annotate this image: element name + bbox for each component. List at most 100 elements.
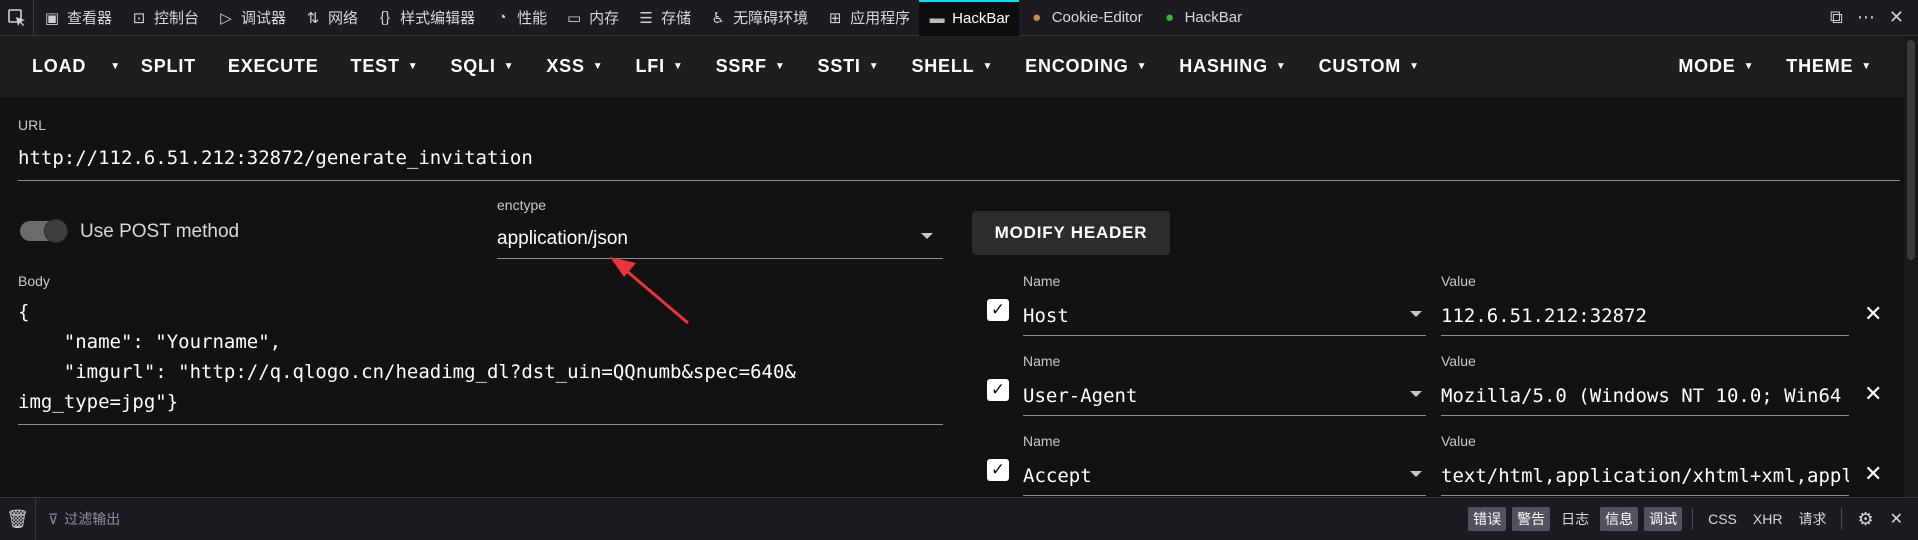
ssrf-menu[interactable]: SSRF ▼ bbox=[700, 36, 802, 97]
sqli-menu[interactable]: SQLI ▼ bbox=[434, 36, 530, 97]
console-settings-icon[interactable]: ⚙ bbox=[1852, 507, 1878, 532]
tab-cookie-editor[interactable]: ● Cookie-Editor bbox=[1019, 0, 1152, 36]
performance-icon: ◔ bbox=[497, 9, 507, 26]
caret-down-icon: ▼ bbox=[592, 61, 604, 72]
load-dropdown-button[interactable]: ▼ bbox=[106, 36, 125, 97]
close-icon[interactable]: ✕ bbox=[1889, 7, 1904, 28]
mode-menu[interactable]: MODE ▼ bbox=[1662, 36, 1770, 97]
vertical-scrollbar[interactable] bbox=[1904, 36, 1918, 497]
tab-label: 控制台 bbox=[154, 10, 200, 27]
sqli-label: SQLI bbox=[450, 56, 496, 76]
filter-xhr[interactable]: XHR bbox=[1748, 509, 1788, 529]
caret-down-icon: ▼ bbox=[110, 61, 121, 72]
filter-icon: ⊽ bbox=[48, 510, 59, 527]
level-logs[interactable]: 日志 bbox=[1556, 507, 1594, 531]
console-icon: ⊡ bbox=[132, 9, 146, 27]
tab-performance[interactable]: ◔ 性能 bbox=[484, 0, 556, 36]
caret-down-icon: ▼ bbox=[868, 61, 880, 72]
tab-label: 无障碍环境 bbox=[733, 10, 809, 27]
storage-icon: ☰ bbox=[639, 9, 653, 27]
tab-label: 查看器 bbox=[67, 10, 113, 27]
tab-label: 应用程序 bbox=[850, 10, 911, 27]
style-editor-icon: {} bbox=[380, 9, 391, 26]
devtools-toolbar: ▣ 查看器 ⊡ 控制台 ▷ 调试器 ⇅ 网络 {} 样式编辑器 ◔ 性能 ▭ 内存 ☰ 存储 ♿… bbox=[0, 0, 1918, 36]
lfi-label: LFI bbox=[635, 56, 665, 76]
caret-down-icon: ▼ bbox=[982, 61, 994, 72]
tab-inspector[interactable]: ▣ 查看器 bbox=[34, 0, 121, 36]
tab-style-editor[interactable]: {} 样式编辑器 bbox=[367, 0, 484, 36]
theme-menu[interactable]: THEME ▼ bbox=[1770, 36, 1904, 97]
level-debug[interactable]: 调试 bbox=[1644, 507, 1683, 531]
dock-icon[interactable]: ⧉ bbox=[1830, 7, 1843, 28]
close-split-console-icon[interactable]: ✕ bbox=[1885, 507, 1908, 531]
tab-label: HackBar bbox=[1184, 9, 1243, 26]
shell-menu[interactable]: SHELL ▼ bbox=[895, 36, 1009, 97]
hackbar-icon: ▬ bbox=[929, 10, 945, 27]
load-button[interactable]: LOAD bbox=[0, 36, 106, 97]
caret-down-icon: ▼ bbox=[1861, 61, 1872, 72]
tab-accessibility[interactable]: ♿ 无障碍环境 bbox=[700, 0, 817, 36]
tab-label: 网络 bbox=[328, 10, 359, 27]
tab-memory[interactable]: ▭ 内存 bbox=[556, 0, 628, 36]
debugger-icon: ▷ bbox=[220, 9, 232, 27]
memory-icon: ▭ bbox=[567, 9, 582, 27]
tab-application[interactable]: ⊞ 应用程序 bbox=[817, 0, 919, 36]
xss-label: XSS bbox=[546, 56, 585, 76]
tab-label: 调试器 bbox=[241, 10, 287, 27]
tab-console[interactable]: ⊡ 控制台 bbox=[121, 0, 208, 36]
shell-label: SHELL bbox=[911, 56, 975, 76]
caret-down-icon: ▼ bbox=[672, 61, 684, 72]
tab-label: 样式编辑器 bbox=[400, 10, 476, 27]
tab-storage[interactable]: ☰ 存储 bbox=[628, 0, 700, 36]
hashing-label: HASHING bbox=[1179, 56, 1268, 76]
test-label: TEST bbox=[350, 56, 400, 76]
separator bbox=[1692, 508, 1694, 530]
network-icon: ⇅ bbox=[306, 9, 320, 27]
mode-label: MODE bbox=[1678, 56, 1736, 76]
filter-css[interactable]: CSS bbox=[1703, 509, 1742, 529]
caret-down-icon: ▼ bbox=[407, 61, 419, 72]
encoding-label: ENCODING bbox=[1025, 56, 1129, 76]
encoding-menu[interactable]: ENCODING ▼ bbox=[1009, 36, 1163, 97]
ssti-menu[interactable]: SSTI ▼ bbox=[802, 36, 896, 97]
hackbar-leaf-icon: ● bbox=[1165, 9, 1175, 26]
console-filter[interactable]: ⊽ 过滤输出 bbox=[48, 509, 120, 529]
hackbar-toolbar: LOAD ▼ SPLIT EXECUTE TEST ▼ SQLI ▼ XSS ▼ LF… bbox=[0, 36, 1904, 97]
level-errors[interactable]: 错误 bbox=[1468, 507, 1507, 531]
ssti-label: SSTI bbox=[817, 56, 861, 76]
hashing-menu[interactable]: HASHING ▼ bbox=[1163, 36, 1302, 97]
split-label: SPLIT bbox=[140, 56, 196, 76]
caret-down-icon: ▼ bbox=[774, 61, 786, 72]
filter-placeholder: 过滤输出 bbox=[64, 511, 121, 527]
lfi-menu[interactable]: LFI ▼ bbox=[619, 36, 699, 97]
test-menu[interactable]: TEST ▼ bbox=[335, 36, 435, 97]
caret-down-icon: ▼ bbox=[1409, 61, 1420, 72]
filter-requests[interactable]: 请求 bbox=[1793, 507, 1831, 531]
more-options-icon[interactable]: ⋯ bbox=[1857, 7, 1875, 28]
tab-hackbar[interactable]: ▬ HackBar bbox=[919, 0, 1019, 36]
annotation-arrow-icon bbox=[610, 257, 689, 325]
tab-network[interactable]: ⇅ 网络 bbox=[295, 0, 367, 36]
custom-menu[interactable]: CUSTOM ▼ bbox=[1303, 36, 1436, 97]
hackbar-main-panel: URL http://112.6.51.212:32872/generate_i… bbox=[0, 97, 1904, 497]
execute-label: EXECUTE bbox=[227, 56, 319, 76]
tab-debugger[interactable]: ▷ 调试器 bbox=[208, 0, 295, 36]
tab-label: 内存 bbox=[589, 10, 620, 27]
application-icon: ⊞ bbox=[828, 9, 842, 27]
xss-menu[interactable]: XSS ▼ bbox=[530, 36, 619, 97]
execute-button[interactable]: EXECUTE bbox=[212, 36, 335, 97]
tab-hackbar-2[interactable]: ● HackBar bbox=[1152, 0, 1252, 36]
split-button[interactable]: SPLIT bbox=[125, 36, 212, 97]
cookie-icon: ● bbox=[1032, 9, 1042, 26]
inspector-icon: ▣ bbox=[44, 9, 60, 27]
level-warnings[interactable]: 警告 bbox=[1512, 507, 1551, 531]
trash-icon[interactable]: 🗑 bbox=[0, 497, 36, 540]
custom-label: CUSTOM bbox=[1318, 56, 1402, 76]
tab-label: 性能 bbox=[517, 10, 548, 27]
element-picker-icon[interactable] bbox=[0, 0, 34, 36]
level-info[interactable]: 信息 bbox=[1600, 507, 1639, 531]
load-label: LOAD bbox=[32, 56, 87, 76]
caret-down-icon: ▼ bbox=[1136, 61, 1148, 72]
theme-label: THEME bbox=[1786, 56, 1854, 76]
scrollbar-thumb[interactable] bbox=[1907, 40, 1915, 260]
